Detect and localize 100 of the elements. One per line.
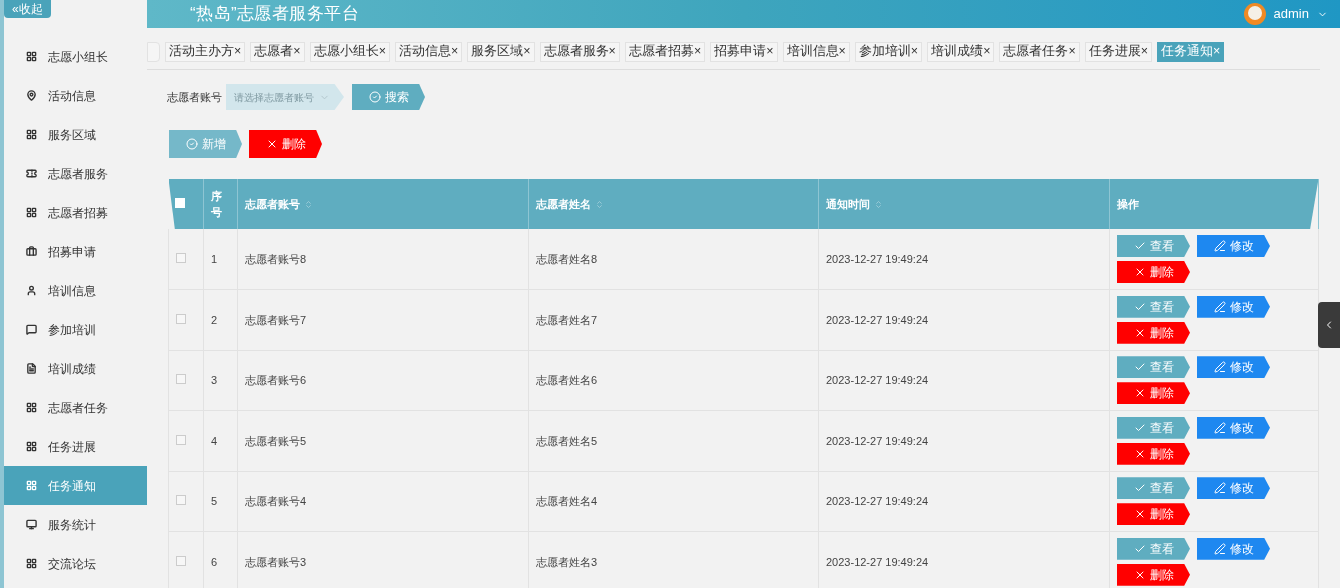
delete-button[interactable]: 删除	[1117, 563, 1190, 586]
sidebar-item[interactable]: 服务区域	[4, 115, 147, 154]
table-cell: 志愿者账号8	[245, 252, 307, 265]
monitor-icon	[26, 519, 37, 530]
table-cell: 志愿者账号7	[245, 313, 307, 326]
search-label: 志愿者账号	[167, 89, 222, 105]
check-circle-icon	[185, 138, 198, 150]
table-cell: 3	[211, 374, 218, 386]
sort-icon	[304, 199, 313, 209]
pen-icon	[1213, 300, 1226, 313]
grid-icon	[26, 402, 37, 413]
select-all-checkbox[interactable]	[174, 197, 185, 208]
delete-button[interactable]: 删除	[1117, 261, 1190, 283]
sidebar-item[interactable]: 培训信息	[4, 271, 147, 310]
sidebar-item[interactable]: 活动信息	[4, 76, 147, 115]
collapse-button[interactable]: «收起	[4, 0, 51, 18]
tab[interactable]: 活动主办方×	[165, 41, 246, 62]
person-icon	[26, 285, 37, 296]
table-cell: 志愿者账号3	[245, 555, 307, 568]
side-panel-toggle[interactable]	[1318, 302, 1340, 348]
document-icon	[26, 363, 37, 374]
edit-button[interactable]: 修改	[1197, 416, 1270, 439]
view-button[interactable]: 查看	[1117, 416, 1190, 439]
tab[interactable]: 任务进展×	[1084, 41, 1153, 62]
tab[interactable]: 志愿者服务×	[539, 41, 620, 62]
app-title: “热岛”志愿者服务平台	[190, 3, 359, 26]
sidebar-item[interactable]: 志愿者任务	[4, 388, 147, 427]
tab[interactable]: 活动信息×	[394, 41, 463, 62]
table-cell: 志愿者账号5	[245, 434, 307, 447]
column-header[interactable]: 操作	[1109, 179, 1319, 229]
table-cell: 志愿者姓名6	[536, 374, 598, 386]
tab[interactable]: 志愿小组长×	[309, 41, 390, 62]
table-cell: 4	[211, 434, 218, 447]
column-header[interactable]: 志愿者姓名	[528, 179, 819, 229]
edit-button[interactable]: 修改	[1197, 235, 1270, 257]
view-button[interactable]: 查看	[1117, 295, 1190, 318]
grid-icon	[26, 441, 37, 452]
sort-icon	[874, 199, 883, 209]
delete-button[interactable]: 删除	[1117, 321, 1190, 344]
column-header[interactable]: 序号	[203, 179, 238, 229]
sidebar-item[interactable]: 志愿者招募	[4, 193, 147, 232]
search-button[interactable]: 搜索	[352, 84, 425, 110]
tab[interactable]: 服务区域×	[467, 41, 535, 62]
column-header[interactable]: 志愿者账号	[237, 179, 529, 229]
delete-button[interactable]: 删除	[249, 130, 322, 158]
grid-icon	[26, 558, 37, 569]
grid-icon	[26, 207, 37, 218]
avatar-icon	[1243, 3, 1266, 25]
table-cell: 1	[211, 252, 218, 265]
sidebar-item[interactable]: 交流论坛	[4, 544, 147, 583]
row-checkbox[interactable]	[176, 252, 186, 263]
pen-icon	[1213, 542, 1226, 555]
pen-icon	[1213, 240, 1226, 252]
row-checkbox[interactable]	[176, 434, 186, 445]
tab[interactable]: 志愿者招募×	[624, 41, 706, 62]
row-checkbox[interactable]	[176, 555, 186, 566]
sidebar-item[interactable]: 志愿小组长	[4, 37, 147, 76]
pen-icon	[1213, 421, 1226, 434]
sidebar-item[interactable]: 培训成绩	[4, 349, 147, 388]
table-cell: 2023-12-27 19:49:24	[826, 374, 929, 386]
edit-button[interactable]: 修改	[1197, 537, 1270, 560]
row-checkbox[interactable]	[176, 374, 186, 384]
table-cell: 志愿者账号4	[245, 495, 307, 507]
row-checkbox[interactable]	[176, 495, 186, 505]
sidebar-item[interactable]: 志愿者服务	[4, 154, 147, 193]
view-button[interactable]: 查看	[1117, 477, 1190, 500]
sidebar-item[interactable]: 任务通知	[4, 466, 147, 505]
table-cell: 志愿者姓名5	[536, 434, 598, 447]
sidebar-item[interactable]: 招募申请	[4, 232, 147, 271]
pin-icon	[26, 90, 37, 101]
tab[interactable]: 培训信息×	[782, 41, 850, 62]
add-button[interactable]: 新增	[169, 130, 242, 158]
grid-icon	[26, 480, 37, 491]
sidebar-item[interactable]: 服务统计	[4, 505, 147, 544]
table-cell: 志愿者姓名8	[536, 252, 598, 265]
tab[interactable]: 招募申请×	[710, 41, 778, 62]
grid-icon	[26, 51, 37, 62]
table-cell: 2023-12-27 19:49:24	[826, 495, 929, 507]
delete-button[interactable]: 删除	[1117, 442, 1190, 465]
edit-button[interactable]: 修改	[1197, 477, 1270, 500]
sidebar-item[interactable]: 任务进展	[4, 427, 147, 466]
tab[interactable]: 任务通知×	[1157, 41, 1225, 62]
tab[interactable]: 志愿者×	[250, 41, 305, 62]
delete-button[interactable]: 删除	[1117, 382, 1190, 405]
edit-button[interactable]: 修改	[1197, 295, 1270, 318]
account-select[interactable]: 请选择志愿者账号	[226, 84, 344, 110]
tab[interactable]: 志愿者任务×	[999, 41, 1080, 62]
view-button[interactable]: 查看	[1117, 356, 1190, 379]
check-icon	[1133, 240, 1146, 252]
tab[interactable]: 参加培训×	[854, 41, 923, 62]
view-button[interactable]: 查看	[1117, 537, 1190, 560]
table-cell: 志愿者账号6	[245, 374, 307, 386]
delete-button[interactable]: 删除	[1117, 503, 1190, 526]
tab[interactable]: 培训成绩×	[927, 41, 995, 62]
view-button[interactable]: 查看	[1117, 235, 1190, 257]
table-cell: 志愿者姓名3	[536, 555, 598, 568]
row-checkbox[interactable]	[176, 313, 186, 324]
edit-button[interactable]: 修改	[1197, 356, 1270, 379]
sidebar-item[interactable]: 参加培训	[4, 310, 147, 349]
column-header[interactable]: 通知时间	[818, 179, 1110, 229]
